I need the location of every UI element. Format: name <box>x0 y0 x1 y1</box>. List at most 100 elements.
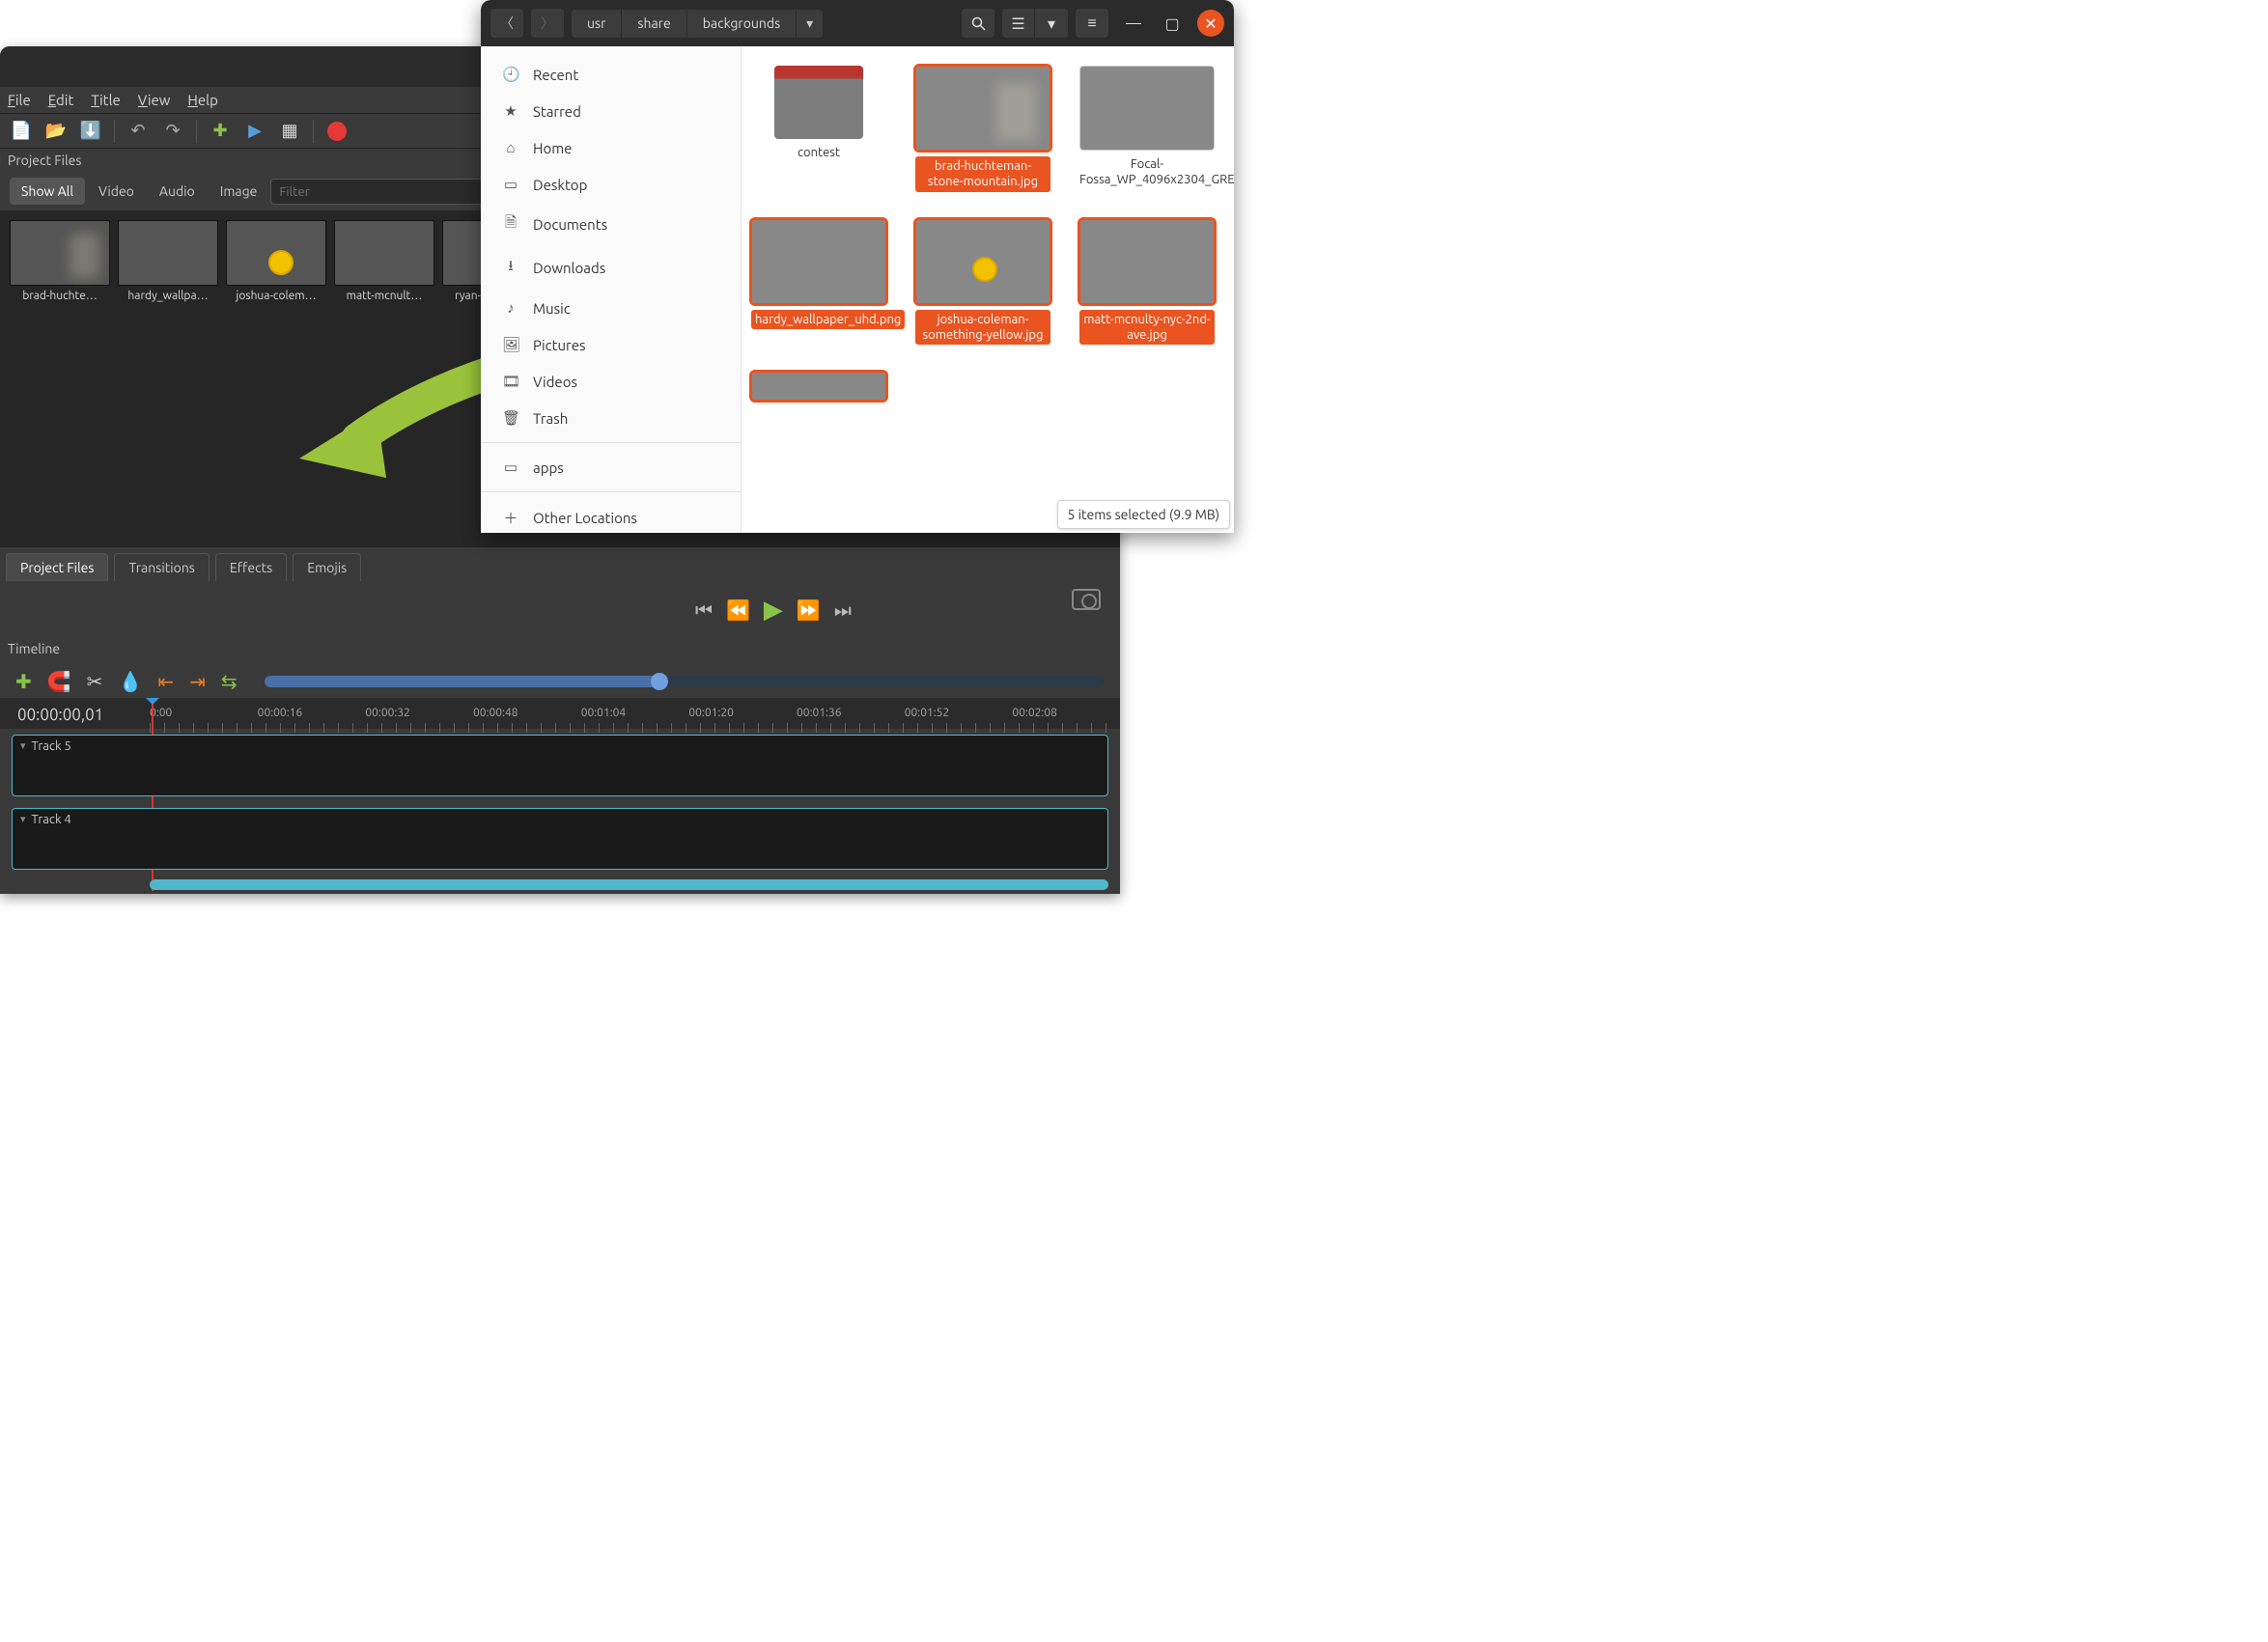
fullscreen-icon[interactable]: ▦ <box>278 120 301 143</box>
open-project-icon[interactable]: 📂 <box>44 120 68 143</box>
snap-icon[interactable]: 🧲 <box>47 670 71 693</box>
timeline-scrollbar[interactable] <box>150 879 1108 890</box>
search-icon[interactable] <box>962 9 994 38</box>
file-item[interactable]: hardy_wallpaper_uhd.png <box>751 219 886 346</box>
timeline-track[interactable]: ▾ Track 5 <box>12 735 1108 796</box>
undo-icon[interactable]: ↶ <box>126 120 150 143</box>
export-icon[interactable] <box>325 120 349 143</box>
sidebar-item-other-locations[interactable]: ＋ Other Locations <box>481 498 741 533</box>
tab-emojis[interactable]: Emojis <box>293 553 361 581</box>
view-options-icon[interactable]: ▾ <box>1035 9 1068 38</box>
path-segment[interactable]: backgrounds <box>687 10 797 38</box>
sidebar-item-music[interactable]: ♪Music <box>481 290 741 326</box>
plus-icon: ＋ <box>502 508 519 528</box>
chevron-down-icon[interactable]: ▾ <box>20 813 26 825</box>
files-sidebar: 🕘Recent ★Starred ⌂Home ▭Desktop 🗎Documen… <box>481 46 742 533</box>
add-track-icon[interactable]: ✚ <box>15 670 32 693</box>
tab-effects[interactable]: Effects <box>215 553 287 581</box>
prev-marker-icon[interactable]: ⇤ <box>157 670 174 693</box>
music-icon: ♪ <box>502 299 519 317</box>
timeline: ✚ 🧲 ✂ 💧 ⇤ ⇥ ⇆ 00:00:00,01 0:00 00:00:16 … <box>0 664 1120 894</box>
center-playhead-icon[interactable]: ⇆ <box>221 670 238 693</box>
path-segment[interactable]: usr <box>572 10 622 38</box>
project-file-item[interactable]: joshua-colem… <box>226 220 326 302</box>
jump-start-icon[interactable]: ⏮ <box>695 598 713 622</box>
nav-back-icon[interactable]: 〈 <box>490 9 523 38</box>
sidebar-item-starred[interactable]: ★Starred <box>481 93 741 129</box>
rewind-icon[interactable]: ⏪ <box>726 598 750 622</box>
nav-forward-icon[interactable]: 〉 <box>531 9 564 38</box>
new-project-icon[interactable]: 📄 <box>10 120 33 143</box>
filter-audio[interactable]: Audio <box>148 178 207 205</box>
filter-show-all[interactable]: Show All <box>10 178 85 205</box>
tab-transitions[interactable]: Transitions <box>114 553 209 581</box>
sidebar-item-pictures[interactable]: 🖼Pictures <box>481 326 741 363</box>
maximize-icon[interactable]: ▢ <box>1159 10 1186 37</box>
project-file-item[interactable]: hardy_wallpa… <box>118 220 218 302</box>
file-item[interactable]: joshua-coleman-something-yellow.jpg <box>915 219 1050 346</box>
sidebar-item-recent[interactable]: 🕘Recent <box>481 56 741 93</box>
project-file-label: brad-huchte… <box>10 290 110 302</box>
timeline-ruler[interactable]: 00:00:00,01 0:00 00:00:16 00:00:32 00:00… <box>0 698 1120 729</box>
file-item[interactable]: brad-huchteman-stone-mountain.jpg <box>915 66 1050 192</box>
files-body: 🕘Recent ★Starred ⌂Home ▭Desktop 🗎Documen… <box>481 46 1234 533</box>
sidebar-item-desktop[interactable]: ▭Desktop <box>481 166 741 203</box>
add-marker-icon[interactable]: 💧 <box>118 670 142 693</box>
ruler-label: 00:00:16 <box>258 707 366 719</box>
file-label: hardy_wallpaper_uhd.png <box>751 310 905 329</box>
tab-project-files[interactable]: Project Files <box>6 553 108 581</box>
file-label: contest <box>751 145 886 160</box>
menu-help[interactable]: Help <box>187 92 217 108</box>
path-segment[interactable]: share <box>622 10 686 38</box>
sidebar-item-apps[interactable]: ▭apps <box>481 449 741 486</box>
forward-icon[interactable]: ⏩ <box>797 598 821 622</box>
minimize-icon[interactable]: — <box>1120 10 1147 37</box>
sidebar-item-home[interactable]: ⌂Home <box>481 129 741 166</box>
current-time: 00:00:00,01 <box>17 706 103 724</box>
project-file-item[interactable]: matt-mcnult… <box>334 220 434 302</box>
jump-end-icon[interactable]: ⏭ <box>834 598 852 622</box>
chevron-down-icon[interactable]: ▾ <box>20 739 26 752</box>
project-file-label: joshua-colem… <box>226 290 326 302</box>
filter-image[interactable]: Image <box>209 178 269 205</box>
timeline-toolbar: ✚ 🧲 ✂ 💧 ⇤ ⇥ ⇆ <box>0 664 1120 698</box>
list-view-icon[interactable]: ☰ <box>1002 9 1035 38</box>
file-item-partial[interactable] <box>751 372 886 406</box>
filter-video[interactable]: Video <box>87 178 146 205</box>
redo-icon[interactable]: ↷ <box>161 120 184 143</box>
next-marker-icon[interactable]: ⇥ <box>189 670 206 693</box>
ruler-label: 0:00 <box>150 707 258 719</box>
file-item-folder[interactable]: contest <box>751 66 886 192</box>
sidebar-item-documents[interactable]: 🗎Documents <box>481 203 741 246</box>
track-name: Track 5 <box>32 739 71 753</box>
sidebar-item-videos[interactable]: 🎞Videos <box>481 363 741 400</box>
play-icon[interactable]: ▶ <box>764 595 783 625</box>
file-item[interactable]: Focal-Fossa_WP_4096x2304_GREY.png <box>1079 66 1215 192</box>
razor-icon[interactable]: ✂ <box>87 670 103 693</box>
view-mode-group: ☰ ▾ <box>1002 9 1068 38</box>
project-file-item[interactable]: brad-huchte… <box>10 220 110 302</box>
timeline-track[interactable]: ▾ Track 4 <box>12 808 1108 870</box>
close-icon[interactable]: ✕ <box>1197 10 1224 37</box>
files-main-area[interactable]: contest brad-huchteman-stone-mountain.jp… <box>742 46 1234 533</box>
file-item[interactable]: matt-mcnulty-nyc-2nd-ave.jpg <box>1079 219 1215 346</box>
picture-icon: 🖼 <box>502 336 519 353</box>
sidebar-item-downloads[interactable]: ⭳Downloads <box>481 246 741 290</box>
import-files-icon[interactable]: ✚ <box>209 120 232 143</box>
menu-edit[interactable]: Edit <box>48 92 74 108</box>
snapshot-icon[interactable] <box>1072 589 1101 610</box>
files-titlebar[interactable]: 〈 〉 usr share backgrounds ▾ ☰ ▾ ≡ — ▢ ✕ <box>481 0 1234 46</box>
menu-title[interactable]: Title <box>91 92 120 108</box>
sidebar-item-label: Other Locations <box>533 510 637 526</box>
sidebar-item-trash[interactable]: 🗑Trash <box>481 400 741 436</box>
path-dropdown-icon[interactable]: ▾ <box>797 10 823 38</box>
project-files-text: Project Files <box>8 153 81 168</box>
profile-icon[interactable]: ▶ <box>243 120 266 143</box>
menu-view[interactable]: View <box>138 92 171 108</box>
menu-file[interactable]: File <box>8 92 31 108</box>
save-project-icon[interactable]: ⬇️ <box>79 120 102 143</box>
path-bar: usr share backgrounds ▾ <box>572 10 823 38</box>
hamburger-menu-icon[interactable]: ≡ <box>1076 9 1108 38</box>
project-file-label: hardy_wallpa… <box>118 290 218 302</box>
zoom-slider[interactable] <box>265 676 1105 687</box>
